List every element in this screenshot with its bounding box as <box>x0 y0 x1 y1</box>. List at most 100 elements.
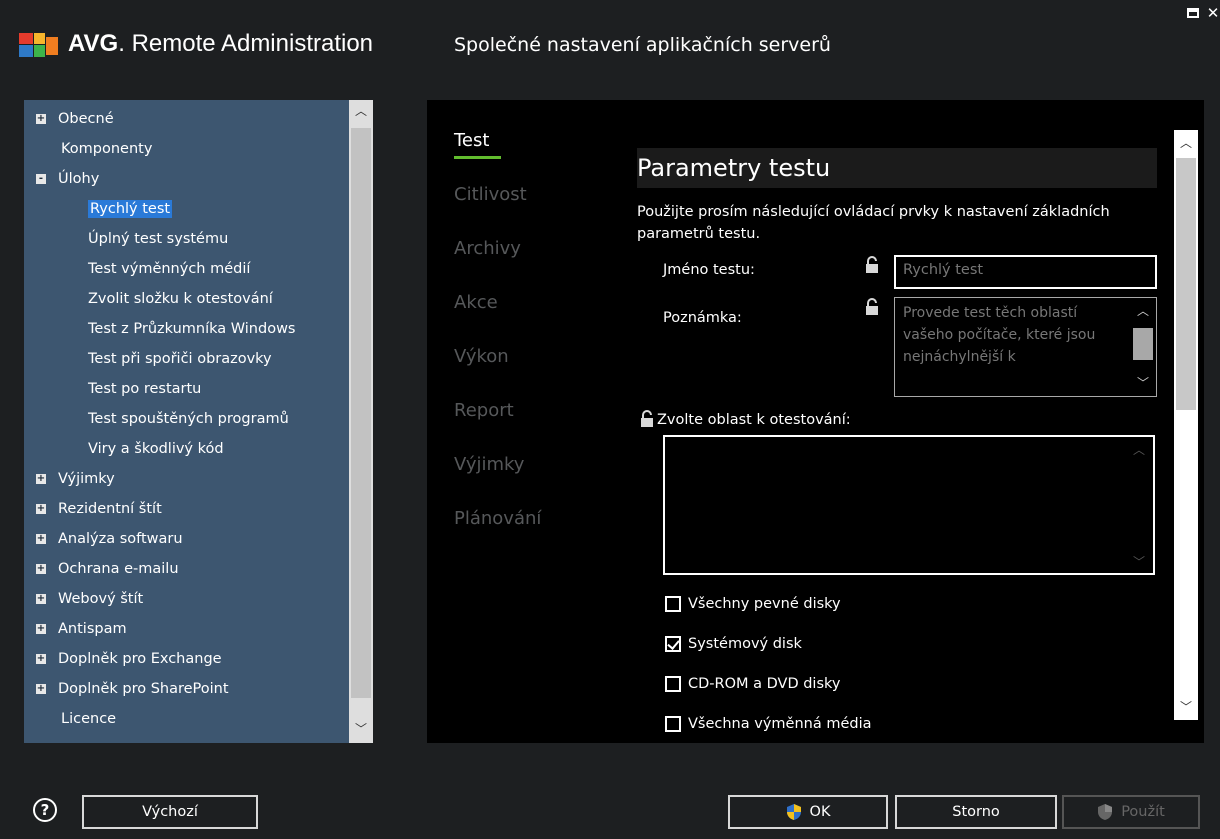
checkbox[interactable] <box>665 596 681 612</box>
tree-item-label: Analýza softwaru <box>58 530 183 547</box>
tree-item-label: Doplněk pro SharePoint <box>58 680 229 697</box>
content-panel: Test Citlivost Archivy Akce Výkon Report Výjim… <box>427 100 1204 743</box>
active-tab-indicator <box>454 156 501 159</box>
note-scroll-thumb[interactable] <box>1133 328 1153 360</box>
tab-item[interactable]: Report <box>454 400 514 421</box>
tree-item[interactable]: Test po restartu <box>88 375 201 402</box>
tree-item[interactable]: + Ochrana e-mailu <box>36 555 179 582</box>
settings-tree: + Obecné Komponenty - Úlohy Rychlý test Úplný … <box>24 100 373 743</box>
checkbox[interactable] <box>665 676 681 692</box>
scan-area-option[interactable]: CD-ROM a DVD disky <box>665 673 840 695</box>
lock-icon[interactable] <box>865 298 879 316</box>
expand-icon[interactable]: + <box>36 653 46 664</box>
tab-item[interactable]: Akce <box>454 292 498 313</box>
tree-item[interactable]: + Rezidentní štít <box>36 495 162 522</box>
scroll-down-icon[interactable]: ﹀ <box>1176 698 1196 716</box>
scroll-down-icon[interactable]: ﹀ <box>1133 374 1153 392</box>
test-name-input[interactable]: Rychlý test <box>894 255 1157 289</box>
settings-window: AVG. Remote Administration Společné nast… <box>0 0 1220 839</box>
default-button[interactable]: Výchozí <box>82 795 258 829</box>
expand-icon[interactable]: + <box>36 683 46 694</box>
scan-area-option[interactable]: Systémový disk <box>665 633 802 655</box>
cancel-button[interactable]: Storno <box>895 795 1057 829</box>
tree-item-label: Rychlý test <box>88 199 173 218</box>
tree-item[interactable]: Úplný test systému <box>88 225 228 252</box>
title-bar: AVG. Remote Administration Společné nast… <box>0 0 1220 92</box>
checkbox-label: CD-ROM a DVD disky <box>688 676 841 692</box>
ok-button-label: OK <box>809 804 831 820</box>
content-scroll-thumb[interactable] <box>1176 158 1196 410</box>
checkbox[interactable] <box>665 716 681 732</box>
note-scrollbar[interactable]: ︿ ﹀ <box>1130 298 1156 396</box>
tree-item-label: Úlohy <box>58 170 100 187</box>
expand-icon[interactable]: + <box>36 533 46 544</box>
tree-item-label: Komponenty <box>61 140 153 157</box>
default-button-label: Výchozí <box>142 804 198 820</box>
checkbox-label: Systémový disk <box>688 636 802 652</box>
checkbox-label: Všechny pevné disky <box>688 596 841 612</box>
tree-item[interactable]: Test spouštěných programů <box>88 405 289 432</box>
scroll-up-icon[interactable]: ︿ <box>1133 302 1153 320</box>
tree-item[interactable]: Komponenty <box>61 135 152 162</box>
avg-logo-icon <box>19 33 58 57</box>
tree-item[interactable]: Test z Průzkumníka Windows <box>88 315 295 342</box>
tab-item[interactable]: Plánování <box>454 508 541 529</box>
help-button[interactable]: ? <box>33 798 57 822</box>
tree-item[interactable]: + Doplněk pro Exchange <box>36 645 222 672</box>
content-scrollbar[interactable]: ︿ ﹀ <box>1174 130 1198 720</box>
tab-item[interactable]: Citlivost <box>454 184 527 205</box>
tree-scrollbar[interactable]: ︿ ﹀ <box>349 100 373 743</box>
ok-button[interactable]: OK <box>728 795 888 829</box>
tab-item[interactable]: Test <box>454 130 489 151</box>
tree-item[interactable]: Licence <box>61 705 116 732</box>
tree-item-label: Test po restartu <box>88 380 202 397</box>
tree-item-label: Výjimky <box>58 470 115 487</box>
tree-item-label: Ochrana e-mailu <box>58 560 179 577</box>
expand-icon[interactable]: + <box>36 593 46 604</box>
tab-item[interactable]: Výjimky <box>454 454 524 475</box>
scan-area-list[interactable]: ︿ ﹀ <box>663 435 1155 575</box>
note-text: Provede test těch oblastí vašeho počítač… <box>903 305 1096 365</box>
checkbox[interactable] <box>665 636 681 652</box>
tree-item[interactable]: + Webový štít <box>36 585 143 612</box>
lock-icon[interactable] <box>865 256 879 274</box>
close-icon[interactable]: ✕ <box>1204 4 1220 22</box>
tree-list: + Obecné Komponenty - Úlohy Rychlý test Úplný … <box>24 100 349 743</box>
note-textarea[interactable]: Provede test těch oblastí vašeho počítač… <box>894 297 1157 397</box>
expand-icon[interactable]: + <box>36 563 46 574</box>
expand-icon[interactable]: + <box>36 503 46 514</box>
collapse-icon[interactable]: - <box>36 173 46 184</box>
scroll-down-icon[interactable]: ﹀ <box>351 720 371 738</box>
tree-item[interactable]: + Analýza softwaru <box>36 525 183 552</box>
tree-item[interactable]: Viry a škodlivý kód <box>88 435 224 462</box>
shield-icon <box>786 804 801 820</box>
tree-item[interactable]: Test při spořiči obrazovky <box>88 345 272 372</box>
tree-item[interactable]: Rychlý test <box>88 195 173 222</box>
tree-item[interactable]: + Antispam <box>36 615 127 642</box>
tab-item[interactable]: Výkon <box>454 346 509 367</box>
expand-icon[interactable]: + <box>36 623 46 634</box>
apply-button[interactable]: Použít <box>1062 795 1200 829</box>
scan-area-option[interactable]: Všechny pevné disky <box>665 593 841 615</box>
expand-icon[interactable]: + <box>36 113 46 124</box>
tree-scroll-thumb[interactable] <box>351 128 371 698</box>
expand-icon[interactable]: + <box>36 473 46 484</box>
tab-item[interactable]: Archivy <box>454 238 521 259</box>
lock-icon[interactable] <box>640 410 654 428</box>
tree-item-label: Antispam <box>58 620 127 637</box>
tree-item[interactable]: + Doplněk pro SharePoint <box>36 675 229 702</box>
tree-item[interactable]: + Výjimky <box>36 465 115 492</box>
tree-item[interactable]: - Úlohy <box>36 165 99 192</box>
tree-item-label: Test při spořiči obrazovky <box>88 350 272 367</box>
tree-item[interactable]: + Obecné <box>36 105 114 132</box>
tree-item-label: Test výměnných médií <box>88 260 251 277</box>
tree-item-label: Viry a škodlivý kód <box>88 440 224 457</box>
tree-item[interactable]: Test výměnných médií <box>88 255 250 282</box>
scroll-down-icon[interactable]: ﹀ <box>1129 553 1149 571</box>
scroll-up-icon[interactable]: ︿ <box>1129 441 1149 459</box>
tree-item[interactable]: Zvolit složku k otestování <box>88 285 273 312</box>
scroll-up-icon[interactable]: ︿ <box>1176 134 1196 152</box>
scan-area-option[interactable]: Všechna výměnná média <box>665 713 872 735</box>
maximize-icon[interactable] <box>1184 4 1202 22</box>
scroll-up-icon[interactable]: ︿ <box>351 102 371 120</box>
